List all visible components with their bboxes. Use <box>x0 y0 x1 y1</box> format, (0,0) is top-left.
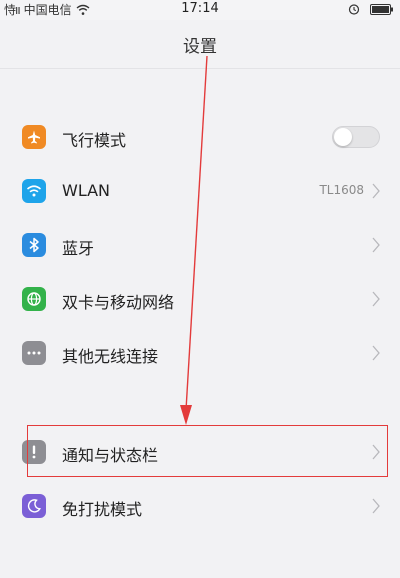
wlan-network-name: TL1608 <box>319 183 364 197</box>
settings-group-connectivity: 飞行模式 WLAN TL1608 蓝牙 双卡与移动网络 其他无线连接 <box>0 110 400 380</box>
setting-other-wireless[interactable]: 其他无线连接 <box>0 326 400 380</box>
chevron-right-icon <box>372 345 380 361</box>
chevron-right-icon <box>372 183 380 199</box>
chevron-right-icon <box>372 291 380 307</box>
setting-airplane-mode[interactable]: 飞行模式 <box>0 110 400 164</box>
status-bar: 恃ıı 中国电信 17:14 <box>0 0 400 20</box>
setting-label: 蓝牙 <box>62 239 95 258</box>
airplane-icon <box>22 125 46 149</box>
status-right <box>348 3 394 15</box>
header-divider <box>0 68 400 69</box>
status-time: 17:14 <box>181 1 219 16</box>
setting-label: 飞行模式 <box>62 131 127 150</box>
page-title: 设置 <box>183 37 217 57</box>
moon-icon <box>22 494 46 518</box>
setting-dual-sim-network[interactable]: 双卡与移动网络 <box>0 272 400 326</box>
setting-wlan[interactable]: WLAN TL1608 <box>0 164 400 218</box>
chevron-right-icon <box>372 237 380 253</box>
battery-icon <box>370 3 393 15</box>
airplane-mode-toggle[interactable] <box>332 126 380 148</box>
bluetooth-icon <box>22 233 46 257</box>
alarm-icon <box>348 4 360 15</box>
setting-label: 免打扰模式 <box>62 500 143 519</box>
setting-label: 其他无线连接 <box>62 347 159 366</box>
toggle-knob <box>334 128 352 146</box>
setting-do-not-disturb[interactable]: 免打扰模式 <box>0 479 400 533</box>
more-dots-icon <box>22 341 46 365</box>
annotation-highlight-box <box>27 425 388 477</box>
setting-label: WLAN <box>62 181 111 200</box>
setting-label: 双卡与移动网络 <box>62 293 175 312</box>
wifi-icon <box>22 179 46 203</box>
chevron-right-icon <box>372 498 380 514</box>
setting-bluetooth[interactable]: 蓝牙 <box>0 218 400 272</box>
globe-icon <box>22 287 46 311</box>
